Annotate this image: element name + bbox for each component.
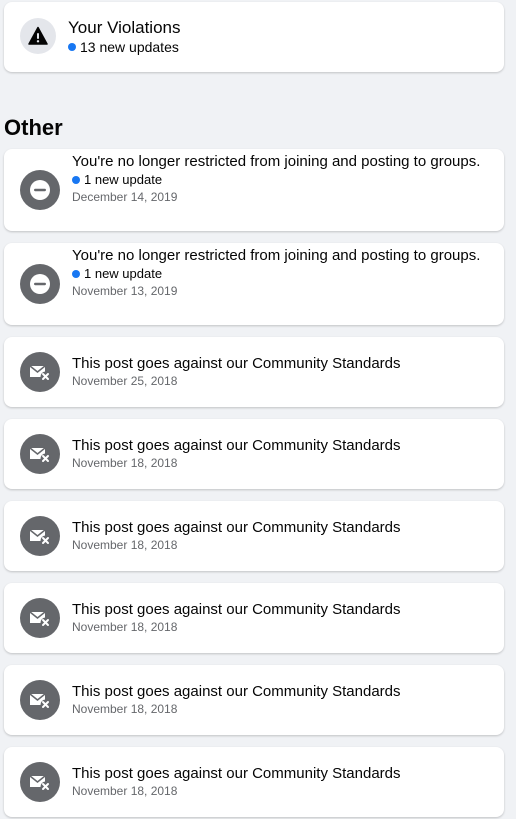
item-update-label: 1 new update [84, 266, 163, 281]
item-date: November 18, 2018 [72, 702, 178, 716]
unread-dot [72, 176, 80, 184]
removed-post-icon [20, 762, 60, 802]
minus-circle-icon [20, 170, 60, 210]
item-text: This post goes against our Community Sta… [72, 354, 490, 389]
unread-dot [68, 43, 76, 51]
item-text: You're no longer restricted from joining… [72, 152, 490, 205]
removed-post-icon [20, 598, 60, 638]
item-date: November 18, 2018 [72, 456, 178, 470]
section-heading-other: Other [4, 115, 63, 140]
community-standards-item[interactable]: This post goes against our Community Sta… [4, 419, 504, 489]
removed-post-icon [20, 516, 60, 556]
minus-circle-icon [20, 264, 60, 304]
item-title: This post goes against our Community Sta… [72, 601, 401, 618]
item-date: November 18, 2018 [72, 620, 178, 634]
item-date: November 18, 2018 [72, 784, 178, 798]
warning-icon [20, 18, 56, 54]
item-text: This post goes against our Community Sta… [72, 764, 490, 799]
your-violations-card[interactable]: Your Violations 13 new updates [4, 2, 504, 72]
item-update: 1 new update [72, 265, 490, 283]
item-date: November 18, 2018 [72, 538, 178, 552]
item-title: You're no longer restricted from joining… [72, 153, 481, 170]
item-text: This post goes against our Community Sta… [72, 518, 490, 553]
item-text: This post goes against our Community Sta… [72, 600, 490, 635]
item-text: You're no longer restricted from joining… [72, 246, 490, 299]
item-title: This post goes against our Community Sta… [72, 355, 401, 372]
unread-dot [72, 270, 80, 278]
item-title: This post goes against our Community Sta… [72, 683, 401, 700]
community-standards-item[interactable]: This post goes against our Community Sta… [4, 337, 504, 407]
violations-update-count: 13 new updates [68, 38, 490, 56]
violations-text: Your Violations 13 new updates [68, 17, 490, 56]
item-title: This post goes against our Community Sta… [72, 437, 401, 454]
violations-title: Your Violations [68, 18, 181, 37]
item-update: 1 new update [72, 171, 490, 189]
community-standards-item[interactable]: This post goes against our Community Sta… [4, 501, 504, 571]
removed-post-icon [20, 680, 60, 720]
community-standards-item[interactable]: This post goes against our Community Sta… [4, 583, 504, 653]
item-title: You're no longer restricted from joining… [72, 247, 481, 264]
restriction-lifted-item[interactable]: You're no longer restricted from joining… [4, 243, 504, 325]
item-date: December 14, 2019 [72, 190, 178, 204]
item-update-label: 1 new update [84, 172, 163, 187]
item-title: This post goes against our Community Sta… [72, 765, 401, 782]
item-date: November 25, 2018 [72, 374, 178, 388]
item-title: This post goes against our Community Sta… [72, 519, 401, 536]
community-standards-item[interactable]: This post goes against our Community Sta… [4, 665, 504, 735]
restriction-lifted-item[interactable]: You're no longer restricted from joining… [4, 149, 504, 231]
removed-post-icon [20, 352, 60, 392]
item-text: This post goes against our Community Sta… [72, 436, 490, 471]
removed-post-icon [20, 434, 60, 474]
violations-updates-label: 13 new updates [80, 39, 179, 55]
item-text: This post goes against our Community Sta… [72, 682, 490, 717]
community-standards-item[interactable]: This post goes against our Community Sta… [4, 747, 504, 817]
item-date: November 13, 2019 [72, 284, 178, 298]
